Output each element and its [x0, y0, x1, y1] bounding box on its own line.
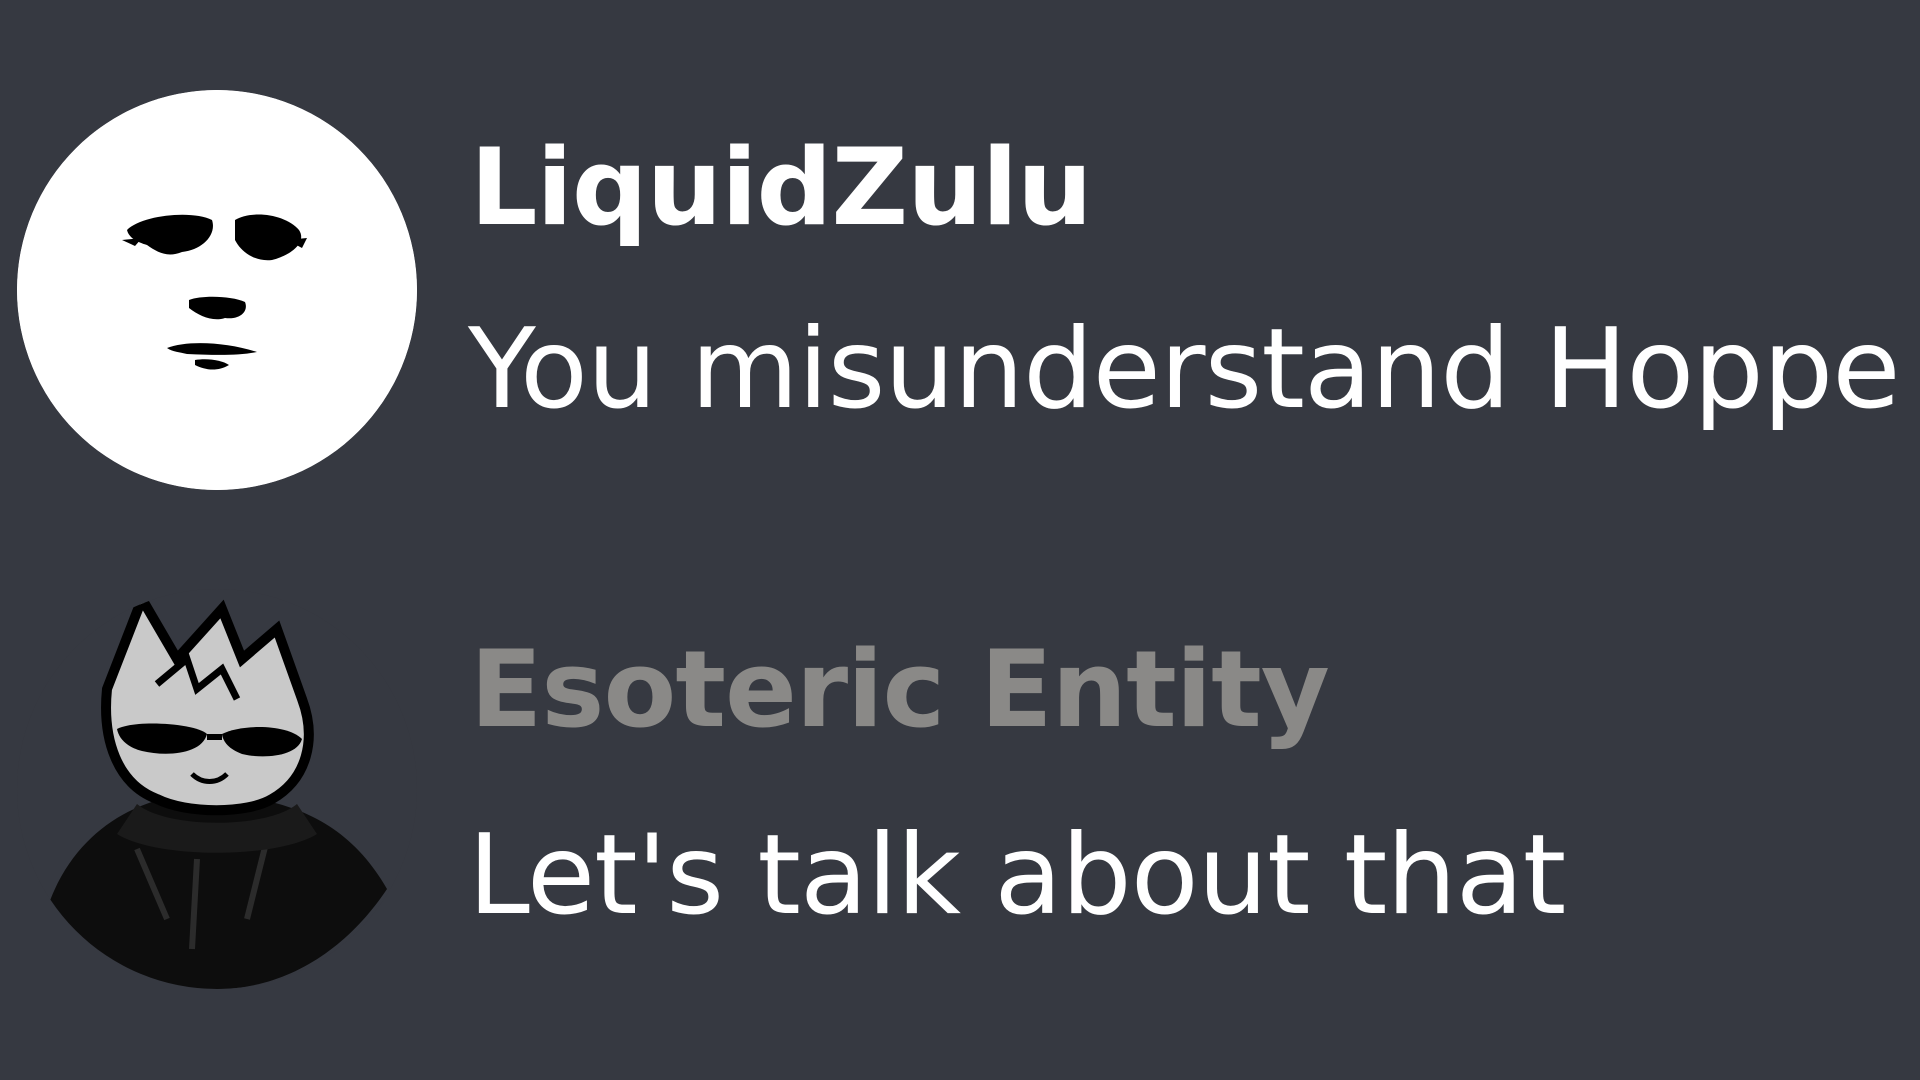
chat-message: Esoteric Entity Let's talk about that: [0, 500, 1920, 1080]
message-text: You misunderstand Hoppe: [468, 305, 1901, 434]
message-text: Let's talk about that: [468, 811, 1566, 940]
cat-sunglasses-avatar-icon[interactable]: [17, 589, 417, 989]
chat-message: LiquidZulu You misunderstand Hoppe: [0, 0, 1920, 500]
moon-face-avatar-icon[interactable]: [17, 90, 417, 490]
chat-log: LiquidZulu You misunderstand Hoppe Esote…: [0, 0, 1920, 1080]
message-username[interactable]: Esoteric Entity: [470, 637, 1330, 743]
message-username[interactable]: LiquidZulu: [470, 135, 1093, 241]
